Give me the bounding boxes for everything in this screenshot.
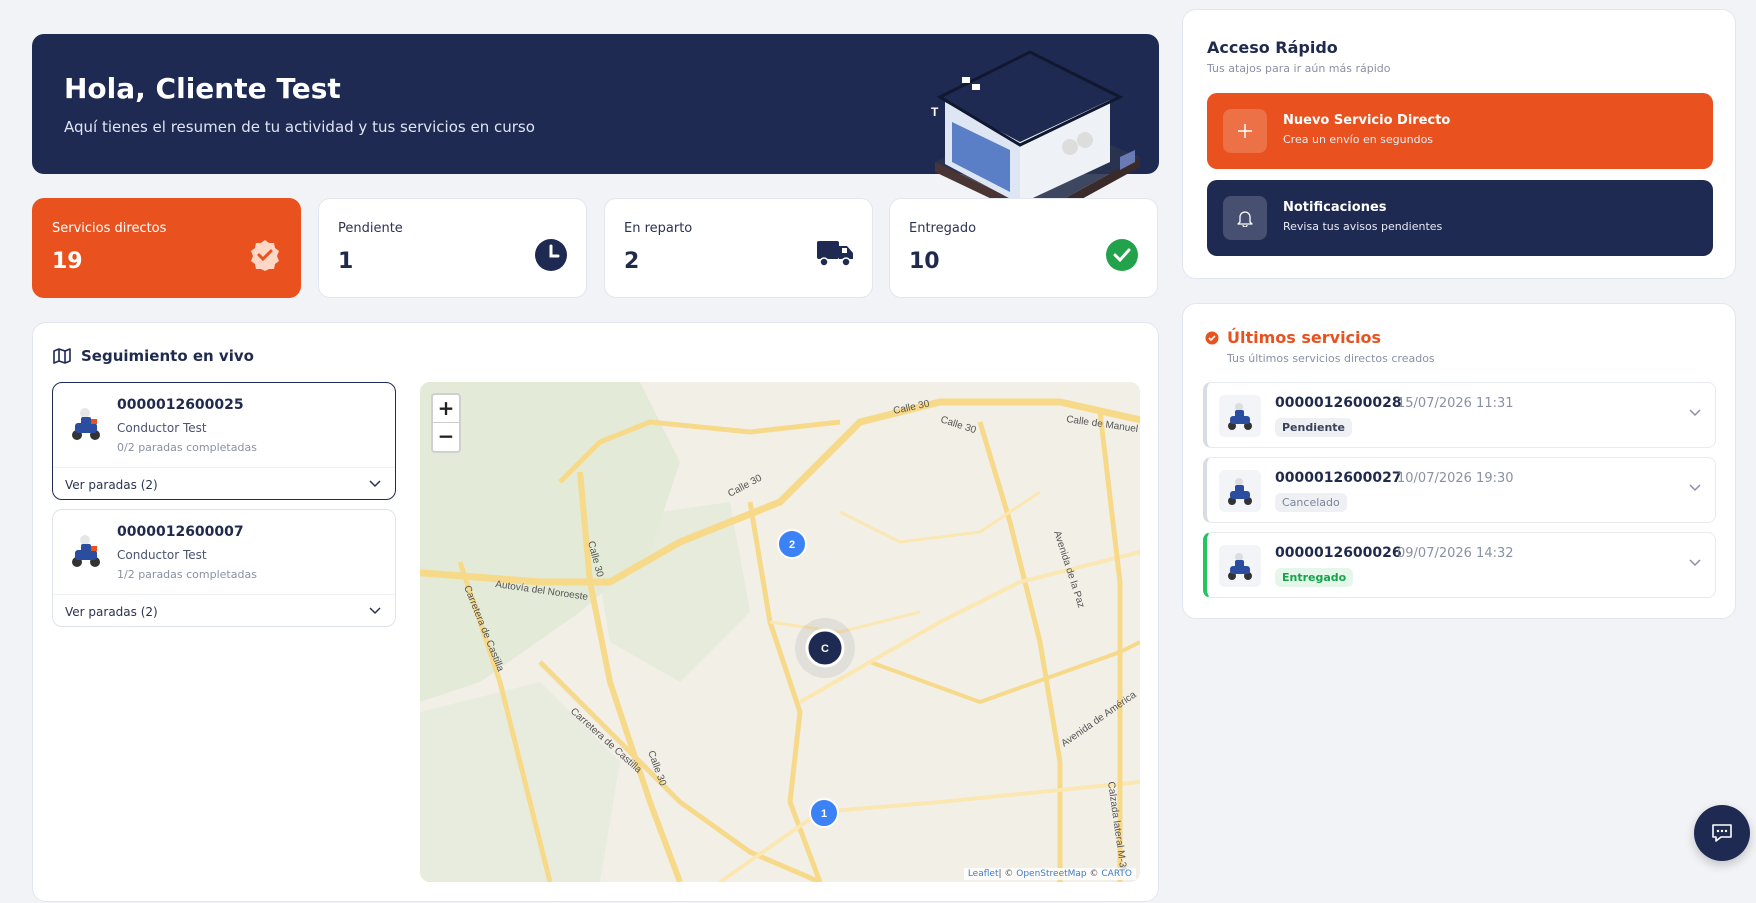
chevron-down-icon[interactable] [1689, 484, 1701, 492]
map-attribution: Leaflet| © OpenStreetMap © CARTO [963, 868, 1136, 880]
zoom-out-button[interactable]: − [433, 423, 459, 451]
live-tracking-panel: Seguimiento en vivo 0000012600025 Conduc… [32, 322, 1159, 902]
latest-services-subtitle: Tus últimos servicios directos creados [1227, 352, 1435, 365]
map-zoom-control: + − [431, 393, 461, 453]
quick-access-panel: Acceso Rápido Tus atajos para ir aún más… [1182, 9, 1736, 279]
truck-icon [817, 241, 853, 267]
svg-text:1: 1 [821, 808, 827, 820]
welcome-subtitle: Aquí tienes el resumen de tu actividad y… [64, 118, 535, 136]
chat-button[interactable] [1694, 805, 1750, 861]
status-badge: Cancelado [1275, 493, 1347, 512]
check-badge-icon [251, 240, 279, 271]
welcome-banner: Hola, Cliente Test Aquí tienes el resume… [32, 34, 1159, 222]
attribution-separator: © [1086, 869, 1102, 879]
chevron-down-icon[interactable] [1689, 559, 1701, 567]
chevron-down-icon [369, 607, 381, 615]
stat-label: Entregado [909, 221, 977, 236]
stat-card-pending[interactable]: Pendiente 1 [318, 198, 587, 298]
courier-avatar [72, 535, 100, 567]
service-id: 0000012600028 [1275, 395, 1402, 411]
view-stops-toggle[interactable]: Ver paradas (2) [53, 467, 395, 501]
stat-label: Servicios directos [52, 221, 167, 236]
service-id: 0000012600025 [117, 397, 244, 413]
service-id: 0000012600026 [1275, 545, 1402, 561]
stat-card-delivered[interactable]: Entregado 10 [889, 198, 1158, 298]
status-badge: Pendiente [1275, 418, 1353, 437]
service-date: 10/07/2026 19:30 [1397, 471, 1514, 486]
welcome-title: Hola, Cliente Test [64, 72, 341, 105]
clock-icon [535, 239, 567, 271]
check-circle-icon [1106, 239, 1138, 271]
stat-value: 1 [338, 249, 354, 274]
chat-icon [1712, 824, 1732, 842]
latest-services-title: Últimos servicios [1227, 328, 1382, 347]
svg-text:T: T [931, 105, 939, 119]
tracking-service-card[interactable]: 0000012600025 Conductor Test 0/2 paradas… [52, 382, 396, 500]
plus-icon [1238, 124, 1252, 138]
map-marker-2: 2 [777, 529, 807, 559]
tracking-map[interactable]: Calle 30 Calle 30 Calle de Manuel Calle … [420, 382, 1140, 882]
stat-value: 10 [909, 249, 940, 274]
stops-progress: 1/2 paradas completadas [117, 568, 257, 581]
new-service-title: Nuevo Servicio Directo [1283, 113, 1451, 128]
latest-service-row[interactable]: 0000012600027 10/07/2026 19:30 Cancelado [1203, 457, 1716, 523]
latest-services-panel: Últimos servicios Tus últimos servicios … [1182, 303, 1736, 619]
zoom-in-button[interactable]: + [433, 395, 459, 423]
check-circle-icon [1205, 331, 1219, 344]
quick-access-title: Acceso Rápido [1207, 38, 1338, 57]
stat-value: 2 [624, 249, 640, 274]
driver-name: Conductor Test [117, 548, 207, 562]
chevron-down-icon[interactable] [1689, 409, 1701, 417]
quick-access-subtitle: Tus atajos para ir aún más rápido [1207, 62, 1391, 75]
view-stops-toggle[interactable]: Ver paradas (2) [53, 594, 395, 628]
stat-label: Pendiente [338, 221, 403, 236]
latest-service-row[interactable]: 0000012600026 09/07/2026 14:32 Entregado [1203, 532, 1716, 598]
view-stops-label: Ver paradas (2) [65, 478, 158, 492]
courier-avatar [1219, 470, 1261, 512]
notifications-title: Notificaciones [1283, 200, 1387, 215]
latest-service-row[interactable]: 0000012600028 15/07/2026 11:31 Pendiente [1203, 382, 1716, 448]
notifications-button[interactable]: Notificaciones Revisa tus avisos pendien… [1207, 180, 1713, 256]
service-id: 0000012600027 [1275, 470, 1402, 486]
service-date: 15/07/2026 11:31 [1397, 396, 1514, 411]
map-marker-courier: C [795, 618, 855, 678]
osm-link[interactable]: OpenStreetMap [1016, 869, 1086, 879]
stat-label: En reparto [624, 221, 693, 236]
map-icon [53, 348, 71, 364]
courier-avatar [1219, 545, 1261, 587]
view-stops-label: Ver paradas (2) [65, 605, 158, 619]
notifications-subtitle: Revisa tus avisos pendientes [1283, 220, 1443, 233]
map-marker-1: 1 [809, 798, 839, 828]
leaflet-link[interactable]: Leaflet [968, 869, 999, 879]
stat-card-in-delivery[interactable]: En reparto 2 [604, 198, 873, 298]
service-id: 0000012600007 [117, 524, 244, 540]
svg-text:2: 2 [789, 539, 795, 551]
status-badge: Entregado [1275, 568, 1354, 587]
new-service-subtitle: Crea un envío en segundos [1283, 133, 1434, 146]
courier-avatar [1219, 395, 1261, 437]
carto-link[interactable]: CARTO [1101, 869, 1132, 879]
bell-icon [1237, 211, 1253, 227]
courier-avatar [72, 408, 100, 440]
tracking-title: Seguimiento en vivo [81, 347, 254, 365]
stops-progress: 0/2 paradas completadas [117, 441, 257, 454]
map-tiles: Calle 30 Calle 30 Calle de Manuel Calle … [420, 382, 1140, 882]
svg-text:C: C [821, 643, 829, 655]
new-service-button[interactable]: Nuevo Servicio Directo Crea un envío en … [1207, 93, 1713, 169]
service-date: 09/07/2026 14:32 [1397, 546, 1514, 561]
stat-value: 19 [52, 249, 83, 274]
driver-name: Conductor Test [117, 421, 207, 435]
tracking-service-card[interactable]: 0000012600007 Conductor Test 1/2 paradas… [52, 509, 396, 627]
chevron-down-icon [369, 480, 381, 488]
attribution-separator: | © [998, 869, 1017, 879]
stat-card-direct-services[interactable]: Servicios directos 19 [32, 198, 301, 298]
